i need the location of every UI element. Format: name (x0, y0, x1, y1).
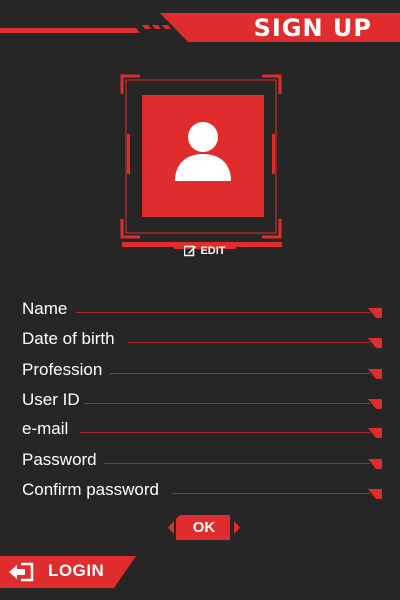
user-id-input-line[interactable] (84, 403, 370, 404)
field-corner-icon (368, 308, 382, 318)
password-input-line[interactable] (104, 463, 370, 464)
ok-button[interactable]: OK (168, 515, 240, 540)
user-id-label: User ID (22, 390, 80, 409)
login-label: LOGIN (48, 561, 105, 580)
edit-icon (184, 245, 197, 256)
name-input-line[interactable] (76, 312, 370, 313)
edit-label: EDIT (200, 244, 226, 257)
confirm-password-input-line[interactable] (172, 493, 370, 494)
field-corner-icon (368, 459, 382, 469)
profession-field[interactable]: Profession (0, 360, 400, 386)
login-button[interactable]: LOGIN (0, 556, 136, 588)
login-icon (9, 562, 34, 582)
field-corner-icon (368, 338, 382, 348)
email-label: e-mail (22, 419, 69, 438)
confirm-password-field[interactable]: Confirm password (0, 480, 400, 506)
name-field[interactable]: Name (0, 299, 400, 325)
password-field[interactable]: Password (0, 450, 400, 476)
password-label: Password (22, 450, 97, 469)
date-of-birth-label: Date of birth (22, 329, 115, 348)
profession-label: Profession (22, 360, 103, 379)
field-corner-icon (368, 428, 382, 438)
confirm-password-label: Confirm password (22, 480, 159, 499)
field-corner-icon (368, 369, 382, 379)
date-of-birth-field[interactable]: Date of birth (0, 329, 400, 355)
email-input-line[interactable] (80, 432, 370, 433)
user-id-field[interactable]: User ID (0, 390, 400, 416)
user-icon (175, 122, 231, 181)
page-title: SIGN UP (253, 14, 372, 42)
date-of-birth-input-line[interactable] (128, 342, 370, 343)
edit-avatar-button[interactable]: EDIT (173, 242, 237, 259)
profession-input-line[interactable] (110, 373, 370, 374)
email-field[interactable]: e-mail (0, 419, 400, 445)
ok-label: OK (192, 519, 216, 536)
field-corner-icon (368, 489, 382, 499)
name-label: Name (22, 299, 68, 318)
field-corner-icon (368, 399, 382, 409)
profile-picture[interactable] (142, 95, 264, 217)
